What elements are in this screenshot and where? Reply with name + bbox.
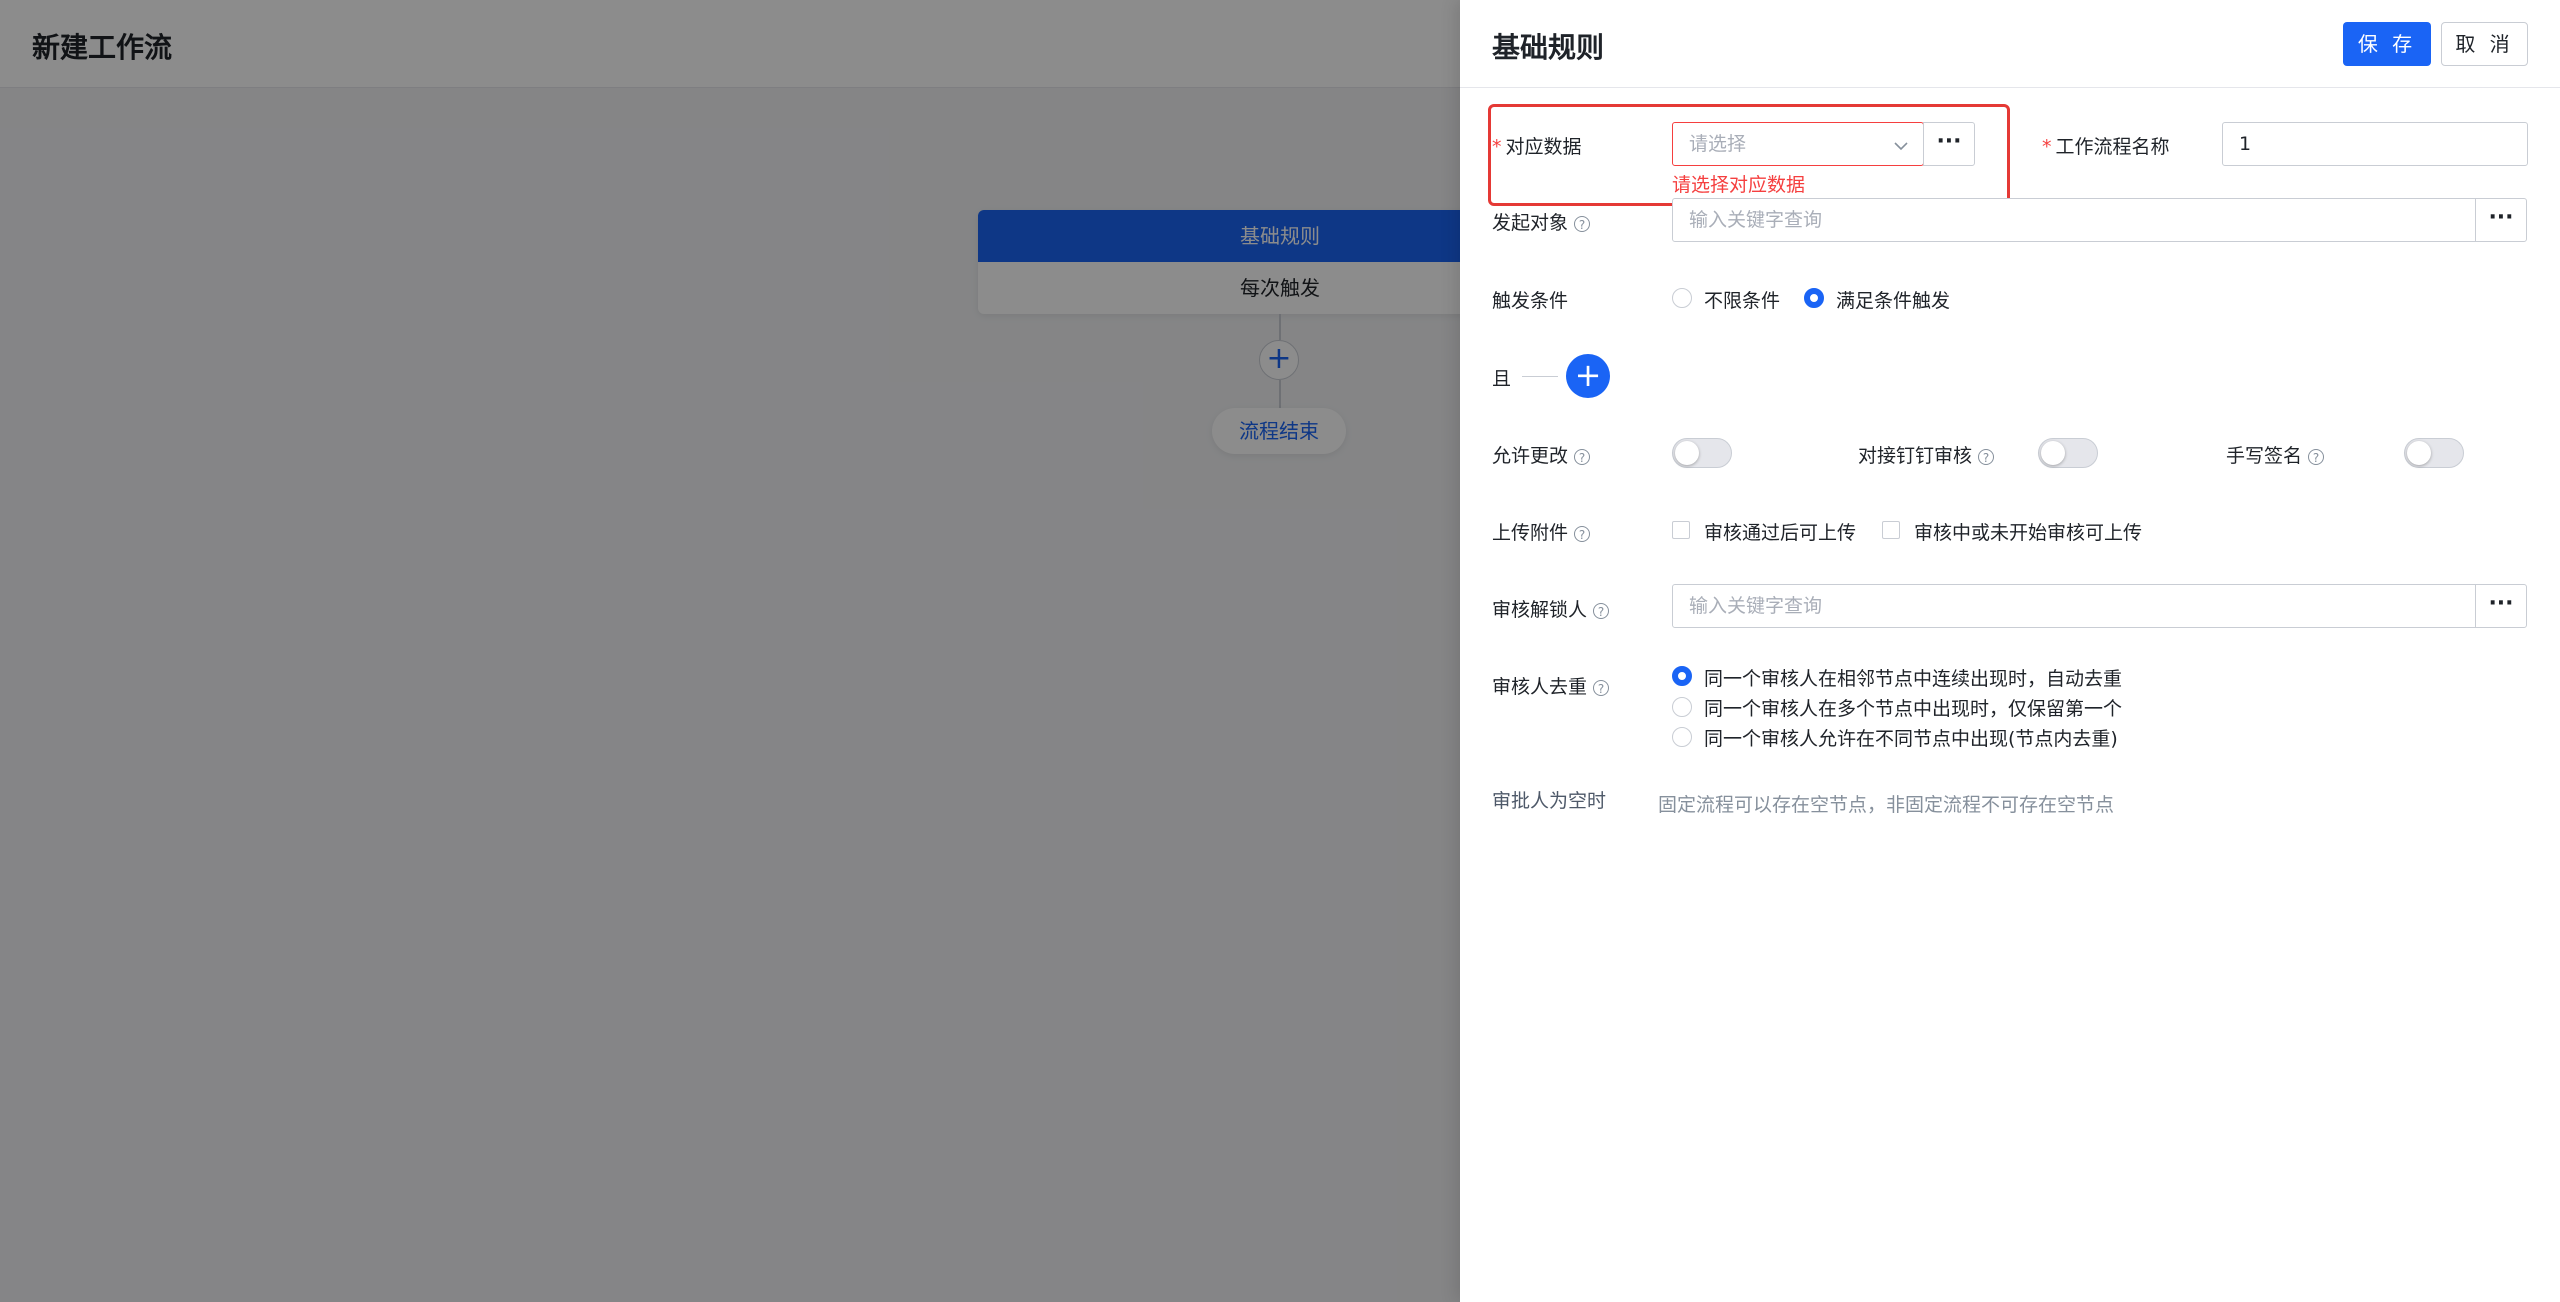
data-source-select[interactable]: 请选择 (1672, 122, 1924, 166)
and-label: 且 (1492, 368, 1512, 390)
help-icon[interactable]: ? (1574, 525, 1591, 542)
allow-modify-label-text: 允许更改 (1492, 445, 1569, 467)
upload-during-review-checkbox[interactable] (1882, 521, 1900, 539)
initiator-input[interactable]: 输入关键字查询 (1672, 198, 2476, 242)
initiator-label: 发起对象? (1492, 208, 1591, 235)
trigger-radio-unlimited[interactable] (1672, 288, 1692, 308)
initiator-label-text: 发起对象 (1492, 212, 1569, 234)
allow-modify-label: 允许更改? (1492, 441, 1591, 468)
save-button[interactable]: 保 存 (2343, 22, 2431, 66)
chevron-down-icon (1893, 131, 1909, 173)
upload-attachment-label-text: 上传附件 (1492, 522, 1569, 544)
data-source-label-text: 对应数据 (1505, 136, 1582, 158)
help-icon[interactable]: ? (1593, 679, 1610, 696)
workflow-name-label-text: 工作流程名称 (2055, 136, 2170, 158)
data-source-more-button[interactable]: ··· (1923, 122, 1975, 166)
dedupe-label: 审核人去重? (1492, 672, 1610, 699)
upload-during-review-label[interactable]: 审核中或未开始审核可上传 (1914, 518, 2142, 545)
dedupe-option-adjacent[interactable]: 同一个审核人在相邻节点中连续出现时，自动去重 (1704, 664, 2122, 691)
unlocker-label: 审核解锁人? (1492, 595, 1610, 622)
allow-modify-toggle[interactable] (1672, 438, 1732, 468)
workflow-name-label: * 工作流程名称 (2042, 132, 2170, 159)
trigger-option-conditional[interactable]: 满足条件触发 (1836, 286, 1950, 313)
help-icon[interactable]: ? (1593, 602, 1610, 619)
empty-approver-label: 审批人为空时 (1492, 790, 1607, 812)
unlocker-more-button[interactable]: ··· (2475, 584, 2527, 628)
trigger-label: 触发条件 (1492, 290, 1569, 312)
drawer-header: 基础规则 保 存 取 消 (1460, 0, 2560, 88)
dedupe-option-within-node[interactable]: 同一个审核人允许在不同节点中出现(节点内去重) (1704, 724, 2118, 751)
upload-after-approval-label[interactable]: 审核通过后可上传 (1704, 518, 1856, 545)
trigger-option-unlimited[interactable]: 不限条件 (1704, 286, 1780, 313)
upload-attachment-label: 上传附件? (1492, 518, 1591, 545)
dedupe-option-first-only[interactable]: 同一个审核人在多个节点中出现时，仅保留第一个 (1704, 694, 2122, 721)
handwritten-sign-label: 手写签名? (2226, 441, 2325, 468)
unlocker-input[interactable]: 输入关键字查询 (1672, 584, 2476, 628)
help-icon[interactable]: ? (2308, 448, 2325, 465)
dedupe-radio-within-node[interactable] (1672, 727, 1692, 747)
help-icon[interactable]: ? (1574, 448, 1591, 465)
cancel-button[interactable]: 取 消 (2441, 22, 2528, 66)
unlocker-label-text: 审核解锁人 (1492, 599, 1588, 621)
upload-after-approval-checkbox[interactable] (1672, 521, 1690, 539)
data-source-placeholder: 请选择 (1689, 133, 1747, 155)
help-icon[interactable]: ? (1574, 215, 1591, 232)
required-mark: * (1492, 136, 1502, 158)
and-connector (1522, 376, 1558, 377)
modal-mask[interactable] (0, 0, 1460, 1302)
data-source-error: 请选择对应数据 (1672, 174, 1806, 196)
handwritten-sign-label-text: 手写签名 (2226, 445, 2303, 467)
empty-approver-hint: 固定流程可以存在空节点，非固定流程不可存在空节点 (1658, 794, 2115, 816)
help-icon[interactable]: ? (1978, 448, 1995, 465)
workflow-name-input[interactable]: 1 (2222, 122, 2528, 166)
data-source-label: * 对应数据 (1492, 132, 1582, 159)
dingtalk-review-label: 对接钉钉审核? (1858, 441, 1995, 468)
dedupe-radio-first-only[interactable] (1672, 697, 1692, 717)
dingtalk-review-toggle[interactable] (2038, 438, 2098, 468)
dingtalk-review-label-text: 对接钉钉审核 (1858, 445, 1973, 467)
drawer-title: 基础规则 (1492, 31, 1605, 64)
add-condition-button[interactable]: + (1566, 354, 1610, 398)
dedupe-radio-adjacent[interactable] (1672, 666, 1692, 686)
handwritten-sign-toggle[interactable] (2404, 438, 2464, 468)
dedupe-label-text: 审核人去重 (1492, 676, 1588, 698)
basic-rules-drawer: 基础规则 保 存 取 消 * 对应数据 请选择 ··· 请选择对应数据 * 工作流程… (1460, 0, 2560, 1302)
required-mark: * (2042, 136, 2052, 158)
initiator-more-button[interactable]: ··· (2475, 198, 2527, 242)
trigger-radio-conditional[interactable] (1804, 288, 1824, 308)
